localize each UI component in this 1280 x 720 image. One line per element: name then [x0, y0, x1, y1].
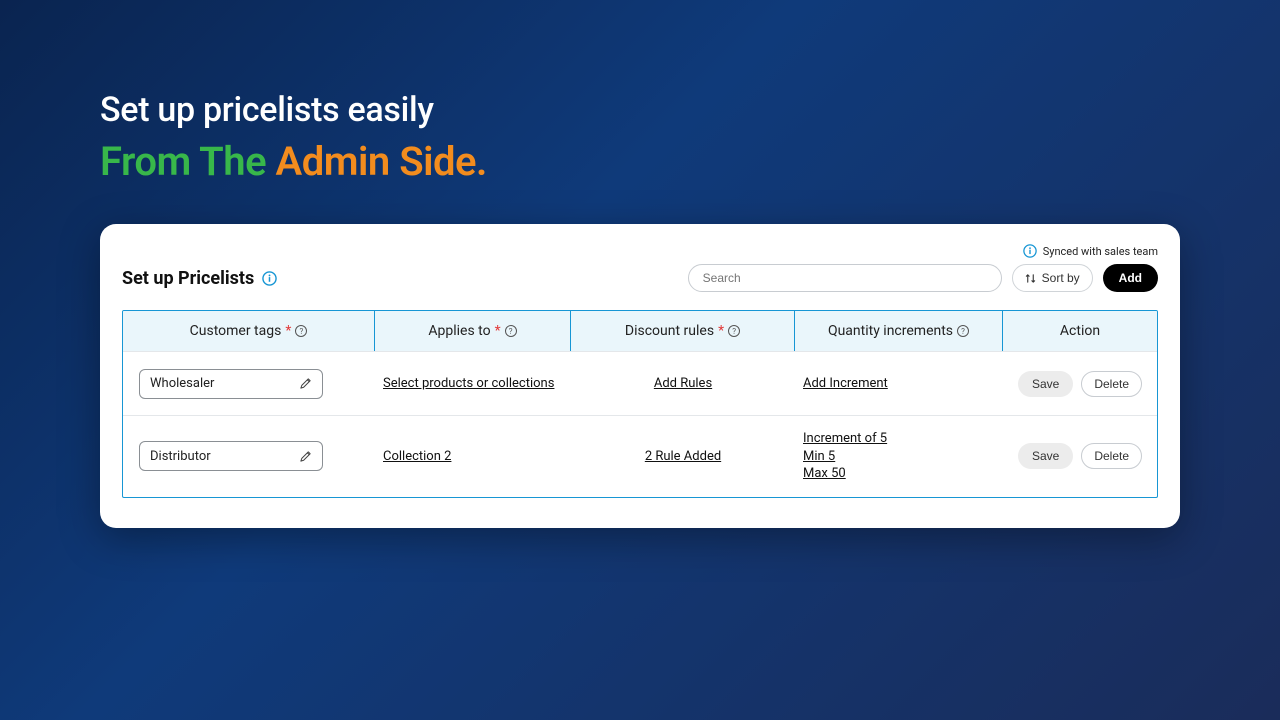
customer-tag-value: Distributor: [150, 449, 211, 464]
marketing-subheading: From The Admin Side.: [100, 138, 487, 185]
table-row: Wholesaler Select products or collection…: [123, 351, 1157, 415]
pencil-icon: [299, 450, 312, 463]
column-applies-to: Applies to*?: [375, 311, 571, 351]
sync-status: Synced with sales team: [122, 244, 1158, 258]
panel-header: Set up Pricelists Sort by Add: [122, 264, 1158, 292]
pricelist-table: Customer tags*? Applies to*? Discount ru…: [122, 310, 1158, 498]
sort-by-button[interactable]: Sort by: [1012, 264, 1093, 292]
panel-title: Set up Pricelists: [122, 268, 277, 289]
info-icon: [262, 271, 277, 286]
delete-button[interactable]: Delete: [1081, 443, 1142, 469]
subheading-part-1: From The: [100, 138, 276, 185]
customer-tag-input[interactable]: Distributor: [139, 441, 323, 471]
applies-to-link[interactable]: Collection 2: [383, 449, 451, 464]
applies-to-link[interactable]: Select products or collections: [383, 376, 554, 391]
required-mark: *: [285, 323, 291, 339]
subheading-part-2: Admin Side.: [276, 138, 487, 185]
save-button[interactable]: Save: [1018, 443, 1073, 469]
table-header: Customer tags*? Applies to*? Discount ru…: [123, 311, 1157, 351]
table-row: Distributor Collection 2 2 Rule Added In…: [123, 415, 1157, 497]
column-action: Action: [1003, 311, 1157, 351]
discount-rules-link[interactable]: Add Rules: [654, 376, 712, 391]
help-icon[interactable]: ?: [957, 325, 969, 337]
save-button[interactable]: Save: [1018, 371, 1073, 397]
quantity-increment-link[interactable]: Increment of 5: [803, 430, 995, 448]
help-icon[interactable]: ?: [505, 325, 517, 337]
required-mark: *: [718, 323, 724, 339]
column-discount-rules: Discount rules*?: [571, 311, 795, 351]
sort-by-label: Sort by: [1042, 271, 1080, 285]
help-icon[interactable]: ?: [295, 325, 307, 337]
sync-status-text: Synced with sales team: [1043, 245, 1158, 258]
required-mark: *: [495, 323, 501, 339]
delete-button[interactable]: Delete: [1081, 371, 1142, 397]
info-icon: [1023, 244, 1037, 258]
pencil-icon: [299, 377, 312, 390]
quantity-min-link[interactable]: Min 5: [803, 448, 995, 466]
column-quantity-increments: Quantity increments ?: [795, 311, 1003, 351]
customer-tag-value: Wholesaler: [150, 376, 214, 391]
pricelists-panel: Synced with sales team Set up Pricelists…: [100, 224, 1180, 528]
marketing-heading: Set up pricelists easily: [100, 90, 434, 130]
quantity-max-link[interactable]: Max 50: [803, 465, 995, 483]
column-customer-tags: Customer tags*?: [123, 311, 375, 351]
help-icon[interactable]: ?: [728, 325, 740, 337]
panel-title-text: Set up Pricelists: [122, 268, 254, 289]
page-background: Set up pricelists easily From The Admin …: [0, 0, 1280, 720]
search-input[interactable]: [688, 264, 1002, 292]
quantity-increment-link[interactable]: Add Increment: [803, 375, 995, 393]
add-button[interactable]: Add: [1103, 264, 1158, 292]
discount-rules-link[interactable]: 2 Rule Added: [645, 449, 721, 464]
sort-icon: [1025, 273, 1036, 284]
customer-tag-input[interactable]: Wholesaler: [139, 369, 323, 399]
